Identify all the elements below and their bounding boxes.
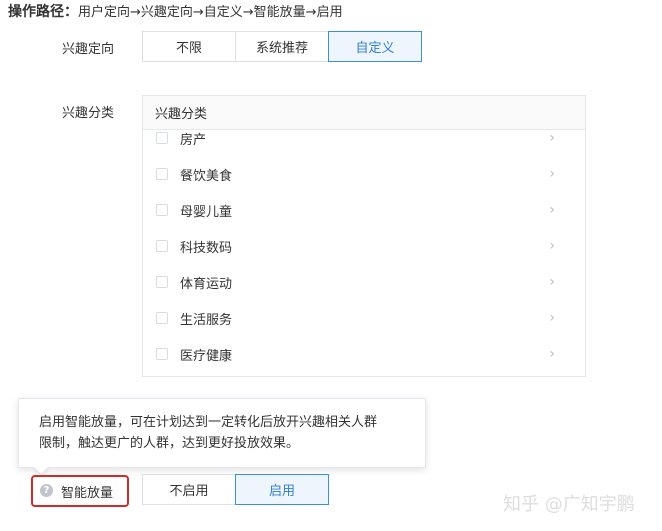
category-item-food[interactable]: 餐饮美食 › [143, 156, 585, 192]
watermark: 知乎 @广知宇鹏 [503, 494, 635, 515]
chevron-right-icon: › [549, 346, 555, 362]
operation-path-steps: 用户定向→兴趣定向→自定义→智能放量→启用 [78, 5, 343, 20]
interest-option-custom-button[interactable]: 自定义 [328, 31, 422, 62]
chevron-right-icon: › [549, 310, 555, 326]
chevron-right-icon: › [549, 166, 555, 182]
smart-expansion-label: 智能放量 [61, 486, 114, 501]
category-item-label: 生活服务 [180, 312, 233, 328]
smart-expansion-disable-button[interactable]: 不启用 [142, 474, 236, 505]
checkbox[interactable] [156, 168, 168, 180]
operation-path: 操作路径：用户定向→兴趣定向→自定义→智能放量→启用 [8, 2, 343, 23]
smart-expansion-segmented-control: 不启用 启用 [142, 474, 329, 505]
category-item-life-services[interactable]: 生活服务 › [143, 300, 585, 336]
checkbox[interactable] [156, 312, 168, 324]
category-item-label: 房产 [180, 132, 207, 148]
interest-category-label: 兴趣分类 [62, 106, 115, 121]
category-item-label: 医疗健康 [180, 348, 233, 364]
category-item-mother-baby[interactable]: 母婴儿童 › [143, 192, 585, 228]
tooltip-line-2: 限制，触达更广的人群，达到更好投放效果。 [39, 436, 300, 451]
category-item-sports[interactable]: 体育运动 › [143, 264, 585, 300]
smart-expansion-enable-button[interactable]: 启用 [235, 474, 329, 505]
category-item-health[interactable]: 医疗健康 › [143, 336, 585, 372]
category-item-tech[interactable]: 科技数码 › [143, 228, 585, 264]
interest-targeting-label: 兴趣定向 [62, 42, 115, 57]
category-item-real-estate[interactable]: 房产 › [143, 120, 585, 156]
checkbox[interactable] [156, 276, 168, 288]
category-item-label: 母婴儿童 [180, 204, 233, 220]
chevron-right-icon: › [549, 274, 555, 290]
question-circle-icon[interactable]: ? [40, 484, 53, 497]
checkbox[interactable] [156, 240, 168, 252]
chevron-right-icon: › [549, 202, 555, 218]
operation-path-label: 操作路径： [8, 4, 78, 20]
smart-expansion-tooltip: 启用智能放量，可在计划达到一定转化后放开兴趣相关人群 限制，触达更广的人群，达到… [18, 398, 426, 468]
category-item-label: 餐饮美食 [180, 168, 233, 184]
interest-option-recommended-button[interactable]: 系统推荐 [235, 31, 329, 62]
category-item-label: 科技数码 [180, 240, 233, 256]
checkbox[interactable] [156, 132, 168, 144]
interest-category-panel: 兴趣分类 房产 › 餐饮美食 › 母婴儿童 › 科技数码 › 体育运动 › 生活… [142, 95, 586, 377]
category-item-label: 体育运动 [180, 276, 233, 292]
chevron-right-icon: › [549, 238, 555, 254]
interest-option-unlimited-button[interactable]: 不限 [142, 31, 236, 62]
chevron-right-icon: › [549, 130, 555, 146]
checkbox[interactable] [156, 348, 168, 360]
tooltip-line-1: 启用智能放量，可在计划达到一定转化后放开兴趣相关人群 [39, 415, 378, 430]
checkbox[interactable] [156, 204, 168, 216]
interest-targeting-segmented-control: 不限 系统推荐 自定义 [142, 31, 422, 62]
